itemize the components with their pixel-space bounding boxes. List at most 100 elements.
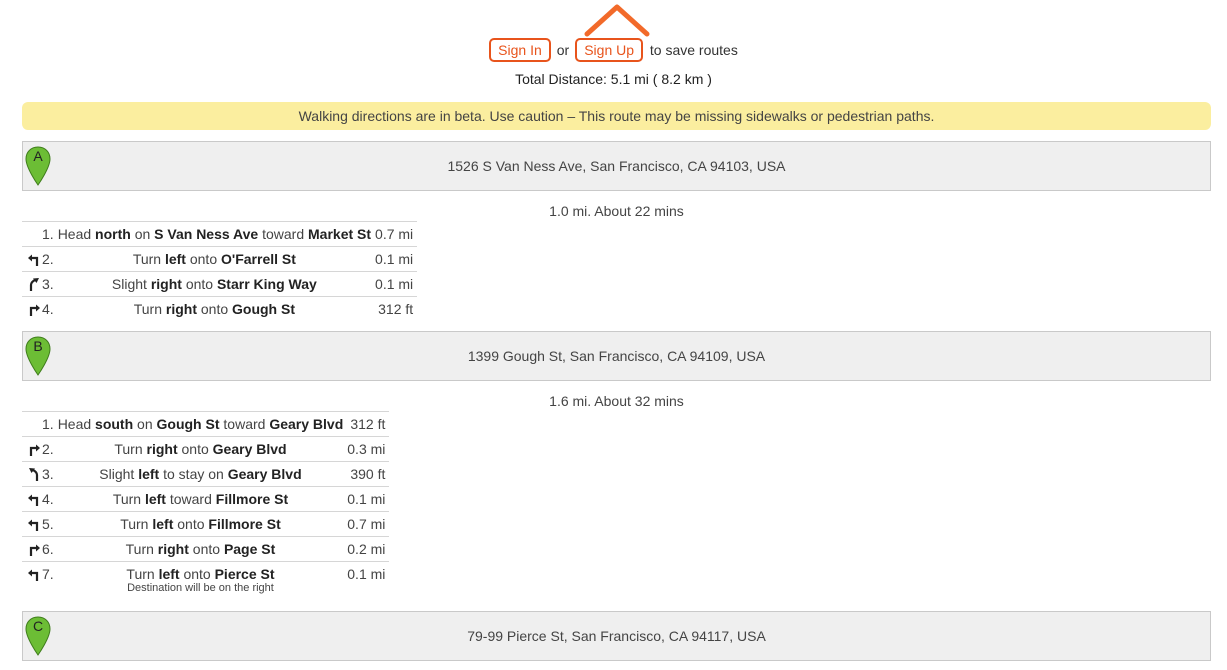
step-distance: 0.1 mi <box>375 246 418 272</box>
directions-table: 1. Head north on S Van Ness Ave toward Ma… <box>22 221 418 321</box>
step-instruction: Slight left to stay on Geary Blvd <box>53 461 348 487</box>
step-keyword: left <box>138 466 160 482</box>
step-distance: 312 ft <box>347 411 390 437</box>
sign-in-button[interactable]: Sign In <box>489 38 551 62</box>
step-icon-cell <box>22 246 42 272</box>
step-number: 2. <box>42 436 54 462</box>
step-text: Slight <box>99 466 139 482</box>
step-instruction: Head south on Gough St toward Geary Blvd <box>53 411 348 437</box>
step-text: Turn <box>114 441 147 457</box>
step-icon-cell <box>22 511 42 537</box>
step-distance: 0.1 mi <box>375 271 418 297</box>
step-number: 5. <box>42 511 54 537</box>
leg-summary: 1.0 mi. About 22 mins <box>549 203 684 219</box>
turn-left-icon <box>28 519 39 531</box>
collapse-caret-icon[interactable] <box>584 4 650 38</box>
direction-step[interactable]: 2. Turn right onto Geary Blvd 0.3 mi <box>22 436 390 462</box>
step-keyword: left <box>144 491 166 507</box>
step-keyword: left <box>152 516 174 532</box>
direction-step[interactable]: 6. Turn right onto Page St 0.2 mi <box>22 536 390 562</box>
turn-right-icon <box>29 444 40 456</box>
step-text: on <box>133 416 157 432</box>
waypoint-address: 79-99 Pierce St, San Francisco, CA 94117… <box>467 628 766 644</box>
step-text: onto <box>177 441 213 457</box>
direction-step[interactable]: 1. Head south on Gough St toward Geary Bl… <box>22 411 390 437</box>
step-text: on <box>130 226 155 242</box>
auth-prompt: Sign In or Sign Up to save routes <box>0 38 1227 62</box>
step-icon-cell <box>22 271 42 297</box>
turn-left-icon <box>28 569 39 581</box>
step-keyword: S Van Ness Ave <box>154 226 259 242</box>
step-keyword: right <box>150 276 182 292</box>
step-text: Head <box>57 416 96 432</box>
total-distance: Total Distance: 5.1 mi ( 8.2 km ) <box>515 71 712 87</box>
step-keyword: Geary Blvd <box>212 441 287 457</box>
step-text: Turn <box>132 251 165 267</box>
step-distance: 390 ft <box>347 461 390 487</box>
step-text: Turn <box>112 491 145 507</box>
direction-step[interactable]: 5. Turn left onto Fillmore St 0.7 mi <box>22 511 390 537</box>
step-icon-cell <box>22 296 42 321</box>
direction-step[interactable]: 3. Slight left to stay on Geary Blvd 390 f… <box>22 461 390 487</box>
step-keyword: Pierce St <box>214 566 275 582</box>
direction-step[interactable]: 3. Slight right onto Starr King Way 0.1 mi <box>22 271 418 297</box>
step-distance: 0.1 mi <box>347 486 390 512</box>
direction-step[interactable]: 7. Turn left onto Pierce St Destination wi… <box>22 561 390 602</box>
step-text: onto <box>185 251 221 267</box>
step-number: 3. <box>42 461 54 487</box>
step-distance: 0.2 mi <box>347 536 390 562</box>
step-text: to stay on <box>159 466 228 482</box>
step-icon-cell <box>22 536 42 562</box>
step-text: Turn <box>126 566 159 582</box>
sign-up-button[interactable]: Sign Up <box>575 38 644 62</box>
waypoint-a[interactable]: A 1526 S Van Ness Ave, San Francisco, CA… <box>22 141 1211 191</box>
step-instruction: Head north on S Van Ness Ave toward Mark… <box>53 221 376 247</box>
step-number: 1. <box>42 411 54 437</box>
step-keyword: right <box>165 301 197 317</box>
step-distance: 0.3 mi <box>347 436 390 462</box>
step-text: toward <box>258 226 309 242</box>
waypoint-b[interactable]: B 1399 Gough St, San Francisco, CA 94109… <box>22 331 1211 381</box>
step-keyword: Fillmore St <box>215 491 289 507</box>
slight-left-icon <box>29 468 39 481</box>
step-text: Turn <box>133 301 166 317</box>
waypoint-c[interactable]: C 79-99 Pierce St, San Francisco, CA 941… <box>22 611 1211 661</box>
step-number: 2. <box>42 246 54 272</box>
step-keyword: Gough St <box>156 416 220 432</box>
step-keyword: Gough St <box>232 301 296 317</box>
step-keyword: Geary Blvd <box>227 466 302 482</box>
step-instruction: Turn left onto Fillmore St <box>53 511 348 537</box>
step-icon-cell <box>22 561 42 602</box>
step-keyword: left <box>164 251 186 267</box>
direction-step[interactable]: 4. Turn right onto Gough St 312 ft <box>22 296 418 321</box>
step-number: 4. <box>42 486 54 512</box>
step-instruction: Turn left toward Fillmore St <box>53 486 348 512</box>
step-text: Turn <box>120 516 153 532</box>
step-keyword: Geary Blvd <box>269 416 344 432</box>
step-distance: 0.7 mi <box>375 221 418 247</box>
step-text: toward <box>165 491 216 507</box>
direction-step[interactable]: 2. Turn left onto O'Farrell St 0.1 mi <box>22 246 418 272</box>
step-text: Turn <box>125 541 158 557</box>
direction-step[interactable]: 1. Head north on S Van Ness Ave toward Ma… <box>22 221 418 247</box>
directions-table: 1. Head south on Gough St toward Geary Bl… <box>22 411 390 602</box>
step-number: 1. <box>42 221 54 247</box>
step-keyword: right <box>157 541 189 557</box>
step-instruction: Turn right onto Gough St <box>53 296 376 321</box>
step-number: 4. <box>42 296 54 321</box>
step-keyword: right <box>146 441 178 457</box>
step-instruction: Slight right onto Starr King Way <box>53 271 376 297</box>
step-instruction: Turn left onto O'Farrell St <box>53 246 376 272</box>
turn-left-icon <box>28 254 39 266</box>
step-icon-cell <box>22 486 42 512</box>
waypoint-address: 1399 Gough St, San Francisco, CA 94109, … <box>467 348 766 364</box>
step-keyword: north <box>95 226 131 242</box>
step-number: 3. <box>42 271 54 297</box>
turn-left-icon <box>28 494 39 506</box>
step-text: onto <box>181 276 217 292</box>
step-icon-cell <box>22 221 42 247</box>
leg-summary: 1.6 mi. About 32 mins <box>549 393 684 409</box>
step-icon-cell <box>22 411 42 437</box>
step-text: onto <box>179 566 215 582</box>
direction-step[interactable]: 4. Turn left toward Fillmore St 0.1 mi <box>22 486 390 512</box>
